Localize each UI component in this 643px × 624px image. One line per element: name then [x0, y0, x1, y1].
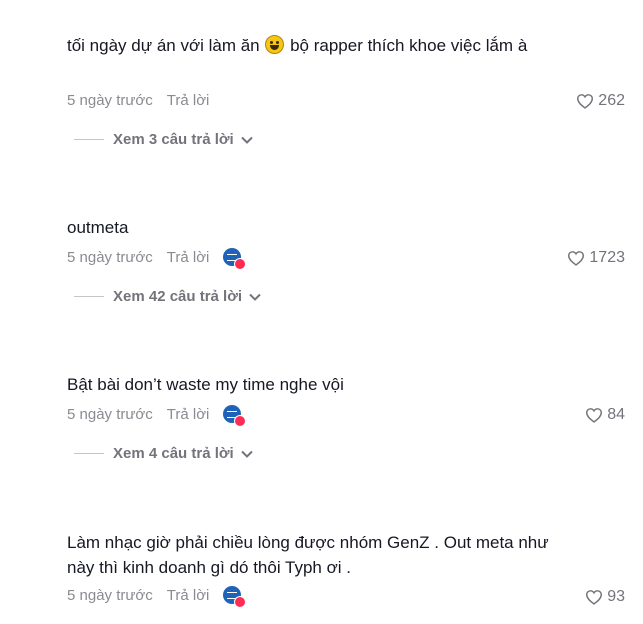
comment-meta: 5 ngày trước Trả lời — [67, 585, 247, 608]
heart-icon — [577, 94, 594, 109]
comment-meta: 5 ngày trước Trả lời — [67, 247, 247, 270]
like-count: 1723 — [589, 249, 625, 266]
like-button[interactable]: 93 — [585, 588, 625, 606]
heart-badge-icon — [234, 258, 247, 270]
like-button[interactable]: 1723 — [567, 249, 625, 267]
view-replies-button[interactable]: Xem 42 câu trả lời — [74, 288, 261, 305]
comment-time: 5 ngày trước — [67, 91, 153, 109]
reply-button[interactable]: Trả lời — [167, 249, 210, 266]
divider — [74, 139, 104, 140]
heart-icon — [586, 408, 603, 423]
comment-time: 5 ngày trước — [67, 586, 153, 604]
chevron-down-icon — [241, 450, 253, 458]
like-count: 84 — [607, 406, 625, 423]
like-button[interactable]: 84 — [585, 406, 625, 424]
reply-button[interactable]: Trả lời — [167, 406, 210, 423]
chevron-down-icon — [241, 136, 253, 144]
creator-liked-avatar-icon — [223, 248, 247, 270]
comment-text: Bật bài don’t waste my time nghe vội — [67, 375, 344, 394]
view-replies-button[interactable]: Xem 4 câu trả lời — [74, 445, 253, 462]
view-replies-label: Xem 3 câu trả lời — [113, 131, 234, 148]
heart-badge-icon — [234, 415, 247, 427]
heart-icon — [568, 251, 585, 266]
comment-meta: 5 ngày trước Trả lời — [67, 404, 247, 427]
comment-text: Làm nhạc giờ phải chiều lòng được nhóm G… — [67, 533, 549, 577]
chevron-down-icon — [249, 293, 261, 301]
creator-liked-avatar-icon — [223, 586, 247, 608]
grinning-face-emoji-icon — [265, 35, 285, 54]
like-count: 262 — [598, 92, 625, 109]
divider — [74, 453, 104, 454]
like-button[interactable]: 262 — [576, 92, 625, 110]
comment-text: tối ngày dự án với làm ăn bộ rapper thíc… — [67, 33, 567, 58]
view-replies-label: Xem 42 câu trả lời — [113, 288, 243, 305]
divider — [74, 296, 104, 297]
reply-button[interactable]: Trả lời — [167, 587, 210, 604]
like-count: 93 — [607, 588, 625, 605]
comment-text-part: bộ rapper thích khoe việc lắm à — [285, 36, 528, 55]
creator-liked-avatar-icon — [223, 405, 247, 427]
comment-time: 5 ngày trước — [67, 405, 153, 423]
view-replies-button[interactable]: Xem 3 câu trả lời — [74, 131, 253, 148]
heart-icon — [586, 590, 603, 605]
reply-button[interactable]: Trả lời — [167, 92, 210, 109]
comment-meta: 5 ngày trước Trả lời — [67, 90, 209, 110]
comment-text: outmeta — [67, 218, 129, 237]
comment-text-part: tối ngày dự án với làm ăn — [67, 36, 265, 55]
comment-time: 5 ngày trước — [67, 248, 153, 266]
view-replies-label: Xem 4 câu trả lời — [113, 445, 234, 462]
heart-badge-icon — [234, 596, 247, 608]
